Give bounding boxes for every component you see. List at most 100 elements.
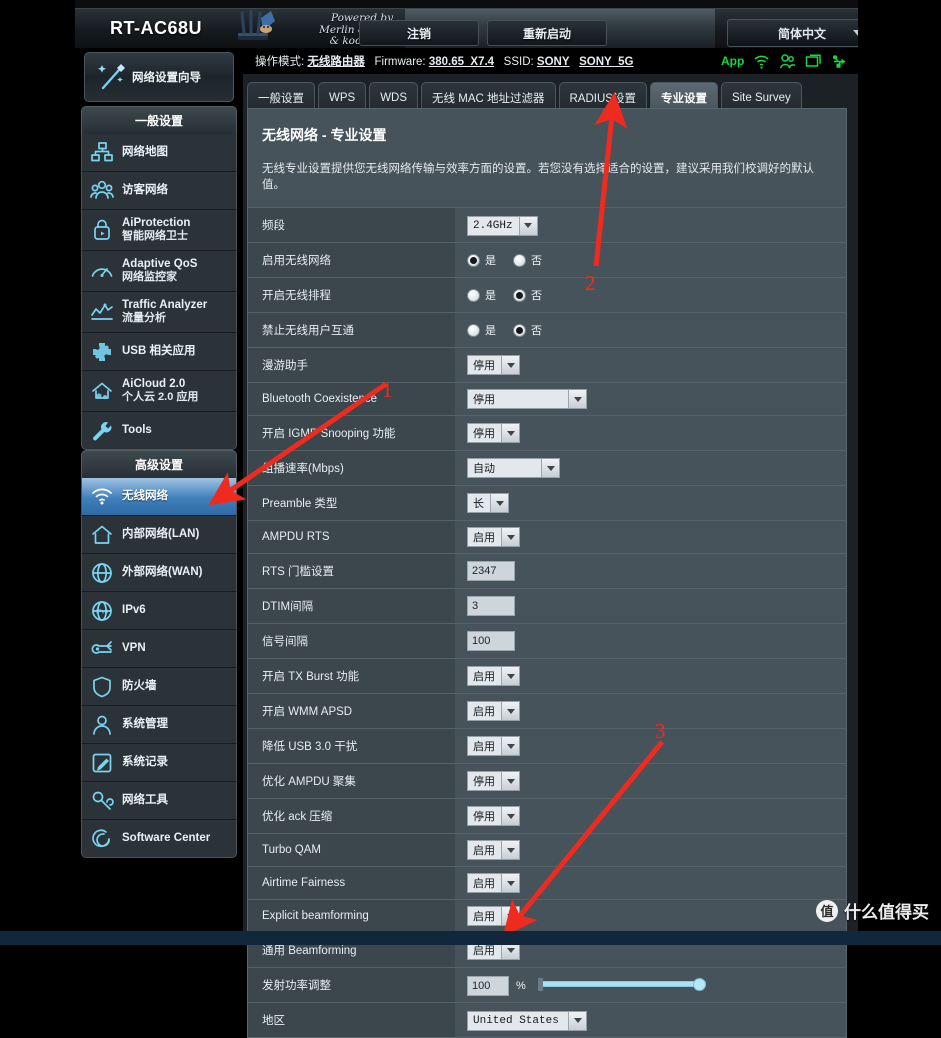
sidebar-item-6[interactable]: USB 相关应用 xyxy=(81,333,237,371)
sidebar-item-3[interactable]: AiProtection 智能网络卫士 xyxy=(81,210,237,251)
wifi-icon xyxy=(82,485,122,509)
radio-no[interactable] xyxy=(513,323,526,337)
sidebar-item-label: 网络工具 xyxy=(122,794,168,806)
tab-label: 一般设置 xyxy=(258,92,304,105)
sidebar-item-2[interactable]: 内部网络(LAN) xyxy=(81,516,237,554)
radio-yes[interactable] xyxy=(467,253,480,267)
dropdown-6[interactable]: 停用 xyxy=(467,389,587,409)
sidebar-item-4[interactable]: Adaptive QoS 网络监控家 xyxy=(81,251,237,292)
sidebar-item-5[interactable]: VPN xyxy=(81,630,237,668)
puzzle-icon xyxy=(93,342,111,361)
text-input-13[interactable]: 100 xyxy=(467,631,515,651)
radio-yes-label: 是 xyxy=(485,255,496,267)
form-row-label: Airtime Fairness xyxy=(248,866,455,900)
dropdown-value: 启用 xyxy=(473,671,495,683)
dropdown-16[interactable]: 启用 xyxy=(467,736,520,756)
dropdown-17[interactable]: 停用 xyxy=(467,771,520,791)
dropdown-7[interactable]: 停用 xyxy=(467,423,520,443)
sidebar-item-2[interactable]: 访客网络 xyxy=(81,172,237,210)
dropdown-10[interactable]: 启用 xyxy=(467,527,520,547)
radio-yes-label: 是 xyxy=(485,325,496,337)
sidebar-item-7[interactable]: 系统管理 xyxy=(81,706,237,744)
dropdown-18[interactable]: 停用 xyxy=(467,806,520,826)
form-row-value: United States xyxy=(455,1002,846,1037)
radio-group-2: 是否 xyxy=(467,252,846,268)
dropdown-1[interactable]: 2.4GHz xyxy=(467,215,538,236)
admin-user-icon xyxy=(93,715,111,735)
dropdown-8[interactable]: 自动 xyxy=(467,458,560,478)
ssid-5ghz-value[interactable]: SONY_5G xyxy=(579,56,633,68)
reboot-button[interactable]: 重新启动 xyxy=(487,20,607,46)
form-row-value: 100% xyxy=(455,967,846,1003)
sidebar-item-7[interactable]: AiCloud 2.0 个人云 2.0 应用 xyxy=(81,371,237,412)
form-row-14: 开启 TX Burst 功能 启用 xyxy=(248,658,846,694)
sidebar-item-label: AiProtection xyxy=(122,217,191,229)
form-row-label: 频段 xyxy=(248,207,455,243)
app-label[interactable]: App xyxy=(721,51,744,71)
form-row-label: Explicit beamforming xyxy=(248,899,455,933)
chevron-down-icon xyxy=(568,390,586,408)
home-icon xyxy=(82,523,122,547)
form-row-value: 启用 xyxy=(455,520,846,554)
sidebar-item-5[interactable]: Traffic Analyzer 流量分析 xyxy=(81,292,237,333)
form-row-3: 开启无线排程是否 xyxy=(248,277,846,313)
radio-no[interactable] xyxy=(513,288,526,302)
dropdown-19[interactable]: 启用 xyxy=(467,840,520,860)
op-mode-value[interactable]: 无线路由器 xyxy=(307,56,365,68)
dropdown-9[interactable]: 长 xyxy=(467,493,509,513)
sidebar-general-header: 一般设置 xyxy=(81,106,237,134)
form-row-19: Turbo QAM 启用 xyxy=(248,833,846,867)
slider-knob[interactable] xyxy=(692,978,706,992)
tab-label: Site Survey xyxy=(731,91,791,104)
radio-group-3: 是否 xyxy=(467,287,846,303)
logout-button[interactable]: 注销 xyxy=(359,20,479,46)
wifi-icon[interactable] xyxy=(753,53,770,70)
sidebar-item-label: 内部网络(LAN) xyxy=(122,528,200,540)
language-selector[interactable]: 简体中文 xyxy=(727,19,858,47)
tx-power-unit: % xyxy=(516,979,526,992)
op-mode-label: 操作模式: xyxy=(255,56,305,68)
home-icon xyxy=(92,525,112,544)
form-row-value: 启用 xyxy=(455,833,846,867)
sidebar-item-sublabel: 智能网络卫士 xyxy=(122,230,188,242)
sidebar-item-1[interactable]: 网络地图 xyxy=(81,134,237,172)
network-setup-wizard-button[interactable]: 网络设置向导 xyxy=(84,52,234,102)
sidebar-item-1[interactable]: 无线网络 xyxy=(81,478,237,516)
sidebar-item-9[interactable]: 网络工具 xyxy=(81,782,237,820)
dropdown-5[interactable]: 停用 xyxy=(467,355,520,375)
text-input-11[interactable]: 2347 xyxy=(467,561,515,581)
radio-yes[interactable] xyxy=(467,288,480,302)
monitor-icon[interactable] xyxy=(805,53,822,70)
status-info-text: 操作模式: 无线路由器 Firmware: 380.65_X7.4 SSID: … xyxy=(255,53,633,69)
radio-yes[interactable] xyxy=(467,323,480,337)
sidebar-item-3[interactable]: 外部网络(WAN) xyxy=(81,554,237,592)
sidebar-item-8[interactable]: Tools xyxy=(81,412,237,450)
dropdown-14[interactable]: 启用 xyxy=(467,666,520,686)
tx-power-slider[interactable] xyxy=(537,974,706,994)
form-row-label: 开启 TX Burst 功能 xyxy=(248,658,455,694)
form-row-label: DTIM间隔 xyxy=(248,588,455,624)
guest-users-icon[interactable] xyxy=(779,53,796,70)
sidebar-item-8[interactable]: 系统记录 xyxy=(81,744,237,782)
router-model-label: RT-AC68U xyxy=(110,18,203,38)
radio-no[interactable] xyxy=(513,253,526,267)
sidebar-item-label: 防火墙 xyxy=(122,680,157,692)
dropdown-value: 自动 xyxy=(473,463,495,475)
dropdown-15[interactable]: 启用 xyxy=(467,701,520,721)
dropdown-21[interactable]: 启用 xyxy=(467,906,520,926)
usb-icon[interactable] xyxy=(831,53,848,70)
ssid-24ghz-value[interactable]: SONY xyxy=(537,56,570,68)
chevron-down-icon xyxy=(853,30,858,37)
sidebar-item-6[interactable]: 防火墙 xyxy=(81,668,237,706)
dropdown-24[interactable]: United States xyxy=(467,1010,587,1031)
sidebar-item-label: 系统记录 xyxy=(122,756,168,768)
text-input-12[interactable]: 3 xyxy=(467,596,515,616)
sidebar-item-4[interactable]: IPv6 IPv6 xyxy=(81,592,237,630)
tx-power-input[interactable]: 100 xyxy=(467,975,509,996)
sidebar-item-label: Software Center xyxy=(122,832,211,844)
form-row-label: Bluetooth Coexistence xyxy=(248,382,455,416)
firmware-value[interactable]: 380.65_X7.4 xyxy=(429,56,494,68)
sidebar-item-10[interactable]: Software Center xyxy=(81,820,237,858)
dropdown-20[interactable]: 启用 xyxy=(467,873,520,893)
form-row-label: 优化 ack 压缩 xyxy=(248,798,455,834)
